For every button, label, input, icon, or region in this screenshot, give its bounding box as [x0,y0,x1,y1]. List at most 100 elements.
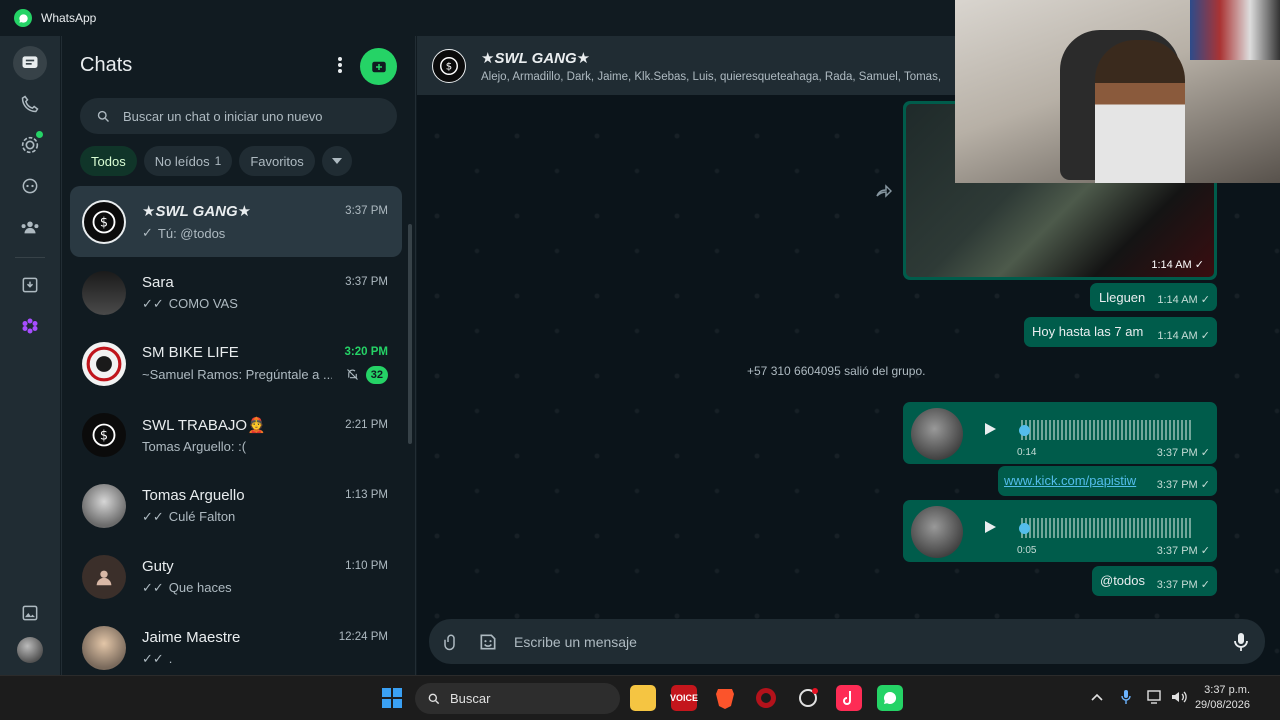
whatsapp-taskbar-icon[interactable] [877,685,903,711]
play-icon[interactable] [983,422,997,439]
audio-scrubber[interactable] [1019,523,1030,534]
microphone-icon[interactable] [1233,632,1249,652]
message-composer [429,619,1265,664]
volume-icon[interactable] [1171,690,1187,704]
chat-row-guty[interactable]: Guty 1:10 PM ✓✓ Que haces [70,541,402,612]
file-explorer-icon[interactable] [630,685,656,711]
profile-avatar[interactable] [17,637,43,663]
network-icon[interactable] [1147,690,1163,704]
chat-row-sm-bike-life[interactable]: SM BIKE LIFE 3:20 PM ~Samuel Ramos: Pregú… [70,328,402,399]
audio-duration: 0:05 [1017,545,1037,556]
svg-text:$: $ [100,428,108,443]
archived-nav-icon[interactable] [13,268,47,302]
app-red-icon[interactable] [753,685,779,711]
message-time: 3:37 PM ✓ [1156,579,1210,591]
read-status-icon: ✓✓ [142,295,164,311]
chat-list: $ ★SWL GANG★ 3:37 PM ✓ Tú: @todos Sara 3:37… [70,186,402,683]
app-title: WhatsApp [41,11,97,25]
default-avatar [82,554,126,599]
chat-row-sara[interactable]: Sara 3:37 PM ✓✓ COMO VAS [70,257,402,328]
chatgpt-icon[interactable] [795,685,821,711]
rail-divider [15,257,45,258]
chat-row-tomas-arguello[interactable]: Tomas Arguello 1:13 PM ✓✓ Culé Falton [70,470,402,541]
calls-nav-icon[interactable] [13,87,47,121]
filter-more-button[interactable] [321,146,352,176]
group-logo-avatar: $ [82,412,126,457]
group-logo-avatar [82,341,126,386]
attach-icon[interactable] [442,633,460,651]
meta-ai-nav-icon[interactable] [13,309,47,343]
chat-list-panel: Chats Todos No leídos1 Favoritos $ ★SWL … [61,36,416,675]
menu-dots-icon[interactable] [337,56,343,79]
message-time: 3:37 PM ✓ [1156,479,1210,491]
message-text: Lleguen [1099,290,1146,305]
message-time: 1:14 AM ✓ [1157,294,1210,306]
chat-preview: Tú: @todos [157,225,226,241]
filter-all-chip[interactable]: Todos [80,146,137,176]
group-members: Alejo, Armadillo, Dark, Jaime, Klk.Sebas… [481,70,942,83]
channels-nav-icon[interactable] [13,169,47,203]
message-input[interactable] [514,633,1214,650]
message-text: Hoy hasta las 7 am [1032,324,1144,339]
taskbar-search [415,683,620,714]
filter-favorites-chip[interactable]: Favoritos [239,146,315,176]
chat-row-swl-trabajo[interactable]: $ SWL TRABAJO👲 2:21 PM Tomas Arguello: :( [70,399,402,470]
webcam-background-clothes [1190,0,1280,60]
chat-time: 1:10 PM [345,560,388,572]
message-time: 1:14 AM ✓ [1151,259,1204,271]
chat-time: 3:37 PM [345,276,388,288]
audio-duration: 0:14 [1017,447,1037,458]
read-status-icon: ✓✓ [142,650,164,666]
status-new-dot [36,131,43,138]
chat-time: 3:20 PM [344,346,388,358]
chat-name: Tomas Arguello [142,486,245,504]
search-icon [97,110,109,122]
message-text: @todos [1100,573,1145,588]
person-icon [96,570,112,585]
message-time: 1:14 AM ✓ [1157,330,1210,342]
system-message: +57 310 6604095 salió del grupo. [747,364,926,378]
taskbar-clock[interactable]: 3:37 p.m. 29/08/2026 [1195,683,1250,713]
forward-icon[interactable] [876,184,893,203]
sticker-icon[interactable] [478,632,498,652]
chats-nav-icon[interactable] [13,46,47,80]
chat-row-swl-gang[interactable]: $ ★SWL GANG★ 3:37 PM ✓ Tú: @todos [70,186,402,257]
status-nav-icon[interactable] [13,128,47,162]
chat-row-jaime-maestre[interactable]: Jaime Maestre 12:24 PM ✓✓. [70,612,402,683]
windows-start-icon[interactable] [379,685,405,711]
voicemeeter-icon[interactable]: VOICE [670,685,698,711]
chat-list-scrollbar[interactable] [408,224,412,444]
chat-preview: . [168,651,173,666]
webcam-person [1095,40,1185,183]
taskbar-search-input[interactable] [450,691,600,706]
voice-message-2: 0:05 3:37 PM ✓ [903,500,1217,562]
chat-name: SWL TRABAJO👲 [142,416,266,434]
contact-avatar [82,483,126,528]
brave-browser-icon[interactable] [712,685,738,711]
link-message: www.kick.com/papistiw 3:37 PM ✓ [998,466,1217,496]
sender-avatar [911,408,963,460]
whatsapp-logo-icon [14,9,32,27]
group-logo-avatar: $ [82,199,126,244]
chat-search-input[interactable] [123,108,383,124]
media-gallery-icon[interactable] [13,596,47,630]
nav-rail [0,36,60,675]
new-chat-button[interactable] [360,48,397,85]
play-icon[interactable] [983,520,997,537]
svg-text:$: $ [446,61,452,72]
audio-waveform[interactable] [1021,420,1191,440]
filter-unread-chip[interactable]: No leídos 1 [143,146,233,176]
communities-nav-icon[interactable] [13,210,47,244]
audio-scrubber[interactable] [1019,425,1030,436]
audio-waveform[interactable] [1021,518,1191,538]
chat-name: ★SWL GANG★ [142,203,252,220]
clock-date: 29/08/2026 [1194,699,1250,711]
read-status-icon: ✓✓ [142,579,164,595]
chevron-up-icon[interactable] [1091,693,1103,701]
kick-link[interactable]: www.kick.com/papistiw [1004,473,1136,488]
chat-name: Guty [142,557,174,575]
webcam-overlay [955,0,1280,183]
sender-avatar [911,506,963,558]
tiktok-icon[interactable] [836,685,862,711]
microphone-icon[interactable] [1121,689,1131,705]
